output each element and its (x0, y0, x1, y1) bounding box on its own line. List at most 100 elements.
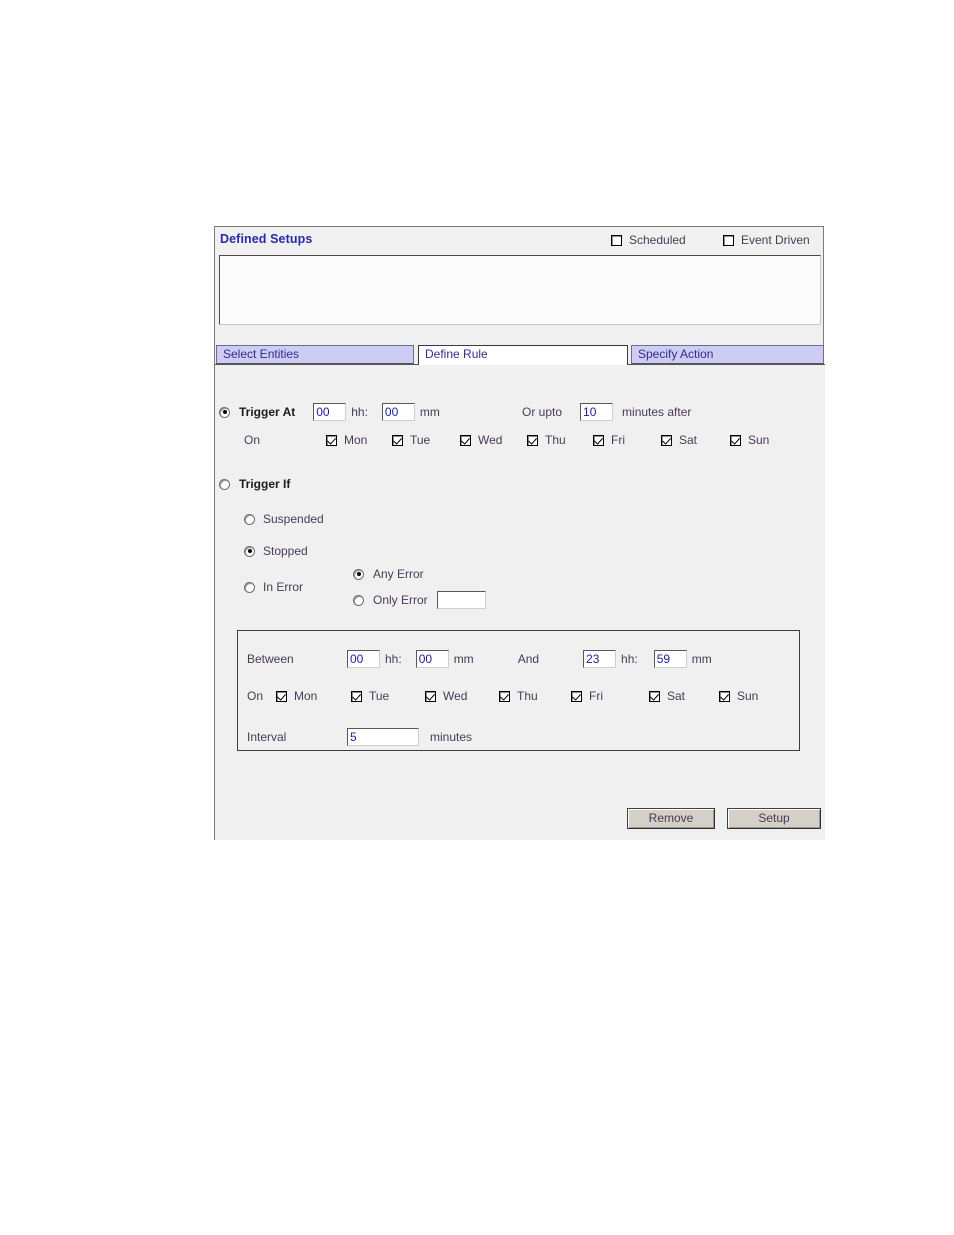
day-tue-checkbox[interactable] (392, 434, 403, 446)
between-row: Between hh: mm And hh: mm (247, 650, 712, 668)
schedule-on-label: On (247, 689, 264, 703)
day-sat-checkbox[interactable] (661, 434, 672, 446)
trigger-at-mm-unit: mm (419, 405, 440, 419)
or-upto-label: Or upto (522, 405, 563, 419)
schedule-day-checkbox-wed[interactable]: Wed (425, 689, 499, 703)
trigger-at-radio[interactable] (219, 406, 230, 418)
between-to-hh-unit: hh: (621, 652, 638, 666)
schedule-day-thu-label: Thu (517, 689, 538, 703)
trigger-if-stopped-row[interactable]: Stopped (244, 544, 308, 558)
trigger-if-row: Trigger If (219, 477, 290, 491)
trigger-at-hh-unit: hh: (351, 405, 368, 419)
or-upto-row: Or upto minutes after (522, 403, 691, 421)
and-label: And (517, 652, 540, 666)
in-error-radio[interactable] (244, 581, 255, 593)
scheduled-checkbox[interactable] (611, 234, 622, 246)
any-error-label: Any Error (373, 567, 424, 581)
day-thu-checkbox[interactable] (527, 434, 538, 446)
tab-strip: Select Entities Define Rule Specify Acti… (215, 345, 824, 365)
trigger-if-in-error-row[interactable]: In Error (244, 580, 303, 594)
remove-button-label: Remove (648, 811, 694, 825)
schedule-day-thu-checkbox[interactable] (499, 690, 510, 702)
tab-specify-action-label: Specify Action (638, 347, 714, 361)
only-error-row[interactable]: Only Error (353, 591, 486, 609)
schedule-day-checkbox-thu[interactable]: Thu (499, 689, 571, 703)
event-driven-label: Event Driven (741, 233, 810, 247)
interval-input[interactable] (347, 728, 419, 746)
tab-select-entities-label: Select Entities (223, 347, 300, 361)
day-fri-checkbox[interactable] (593, 434, 604, 446)
schedule-day-wed-label: Wed (443, 689, 468, 703)
schedule-day-checkbox-sat[interactable]: Sat (649, 689, 719, 703)
day-checkbox-thu[interactable]: Thu (527, 433, 593, 447)
schedule-day-checkbox-mon[interactable]: Mon (276, 689, 351, 703)
day-sun-label: Sun (748, 433, 770, 447)
between-to-mm-unit: mm (691, 652, 712, 666)
day-wed-label: Wed (478, 433, 503, 447)
defined-setups-listbox[interactable] (219, 255, 821, 325)
interval-unit-label: minutes (430, 730, 473, 744)
in-error-label: In Error (263, 580, 304, 594)
schedule-day-fri-checkbox[interactable] (571, 690, 582, 702)
schedule-day-checkbox-fri[interactable]: Fri (571, 689, 649, 703)
day-checkbox-mon[interactable]: Mon (326, 433, 392, 447)
only-error-radio[interactable] (353, 594, 364, 606)
event-driven-checkbox[interactable] (723, 234, 734, 246)
between-from-minute-input[interactable] (415, 650, 449, 668)
between-label: Between (247, 652, 294, 666)
between-to-hour-input[interactable] (583, 650, 617, 668)
between-from-hour-input[interactable] (347, 650, 380, 668)
day-checkbox-sat[interactable]: Sat (661, 433, 730, 447)
between-to-minute-input[interactable] (653, 650, 687, 668)
only-error-input[interactable] (436, 591, 486, 609)
trigger-at-row: Trigger At hh: mm (219, 403, 440, 421)
day-checkbox-sun[interactable]: Sun (730, 433, 769, 447)
schedule-day-tue-label: Tue (369, 689, 390, 703)
suspended-radio[interactable] (244, 513, 255, 525)
tab-define-rule[interactable]: Define Rule (418, 345, 628, 365)
defined-setups-label: Defined Setups (220, 232, 313, 246)
remove-button[interactable]: Remove (627, 808, 715, 829)
schedule-day-fri-label: Fri (589, 689, 603, 703)
scheduler-dialog: Defined Setups Scheduled Event Driven Se… (214, 226, 825, 840)
day-checkbox-wed[interactable]: Wed (460, 433, 527, 447)
tab-specify-action[interactable]: Specify Action (631, 345, 824, 364)
define-rule-panel: Trigger At hh: mm Or upto minutes after … (215, 364, 825, 840)
trigger-if-radio[interactable] (219, 478, 230, 490)
schedule-day-sat-label: Sat (667, 689, 686, 703)
day-tue-label: Tue (410, 433, 431, 447)
trigger-if-suspended-row[interactable]: Suspended (244, 512, 324, 526)
setup-button-label: Setup (758, 811, 790, 825)
schedule-day-sun-checkbox[interactable] (719, 690, 730, 702)
scheduled-checkbox-group[interactable]: Scheduled (611, 233, 686, 247)
schedule-day-sat-checkbox[interactable] (649, 690, 660, 702)
trigger-at-minute-input[interactable] (381, 403, 415, 421)
schedule-day-mon-checkbox[interactable] (276, 690, 287, 702)
stopped-radio[interactable] (244, 545, 255, 557)
dialog-header: Defined Setups Scheduled Event Driven (215, 227, 823, 255)
stopped-label: Stopped (263, 544, 308, 558)
any-error-radio[interactable] (353, 568, 364, 580)
minutes-after-label: minutes after (622, 405, 692, 419)
day-checkbox-fri[interactable]: Fri (593, 433, 661, 447)
any-error-row[interactable]: Any Error (353, 567, 424, 581)
schedule-days-row: On Mon Tue Wed Thu Fri Sat Sun (247, 689, 758, 703)
day-mon-checkbox[interactable] (326, 434, 337, 446)
schedule-day-sun-label: Sun (737, 689, 759, 703)
day-wed-checkbox[interactable] (460, 434, 471, 446)
schedule-day-wed-checkbox[interactable] (425, 690, 436, 702)
schedule-day-checkbox-sun[interactable]: Sun (719, 689, 758, 703)
setup-button[interactable]: Setup (727, 808, 821, 829)
schedule-day-checkbox-tue[interactable]: Tue (351, 689, 425, 703)
trigger-at-hour-input[interactable] (313, 403, 347, 421)
trigger-at-label: Trigger At (239, 405, 296, 419)
tab-select-entities[interactable]: Select Entities (216, 345, 414, 364)
schedule-day-tue-checkbox[interactable] (351, 690, 362, 702)
or-upto-minutes-input[interactable] (580, 403, 614, 421)
event-driven-checkbox-group[interactable]: Event Driven (723, 233, 810, 247)
day-checkbox-tue[interactable]: Tue (392, 433, 460, 447)
between-from-hh-unit: hh: (385, 652, 402, 666)
trigger-at-on-label: On (244, 433, 261, 447)
day-sun-checkbox[interactable] (730, 434, 741, 446)
only-error-label: Only Error (373, 593, 428, 607)
